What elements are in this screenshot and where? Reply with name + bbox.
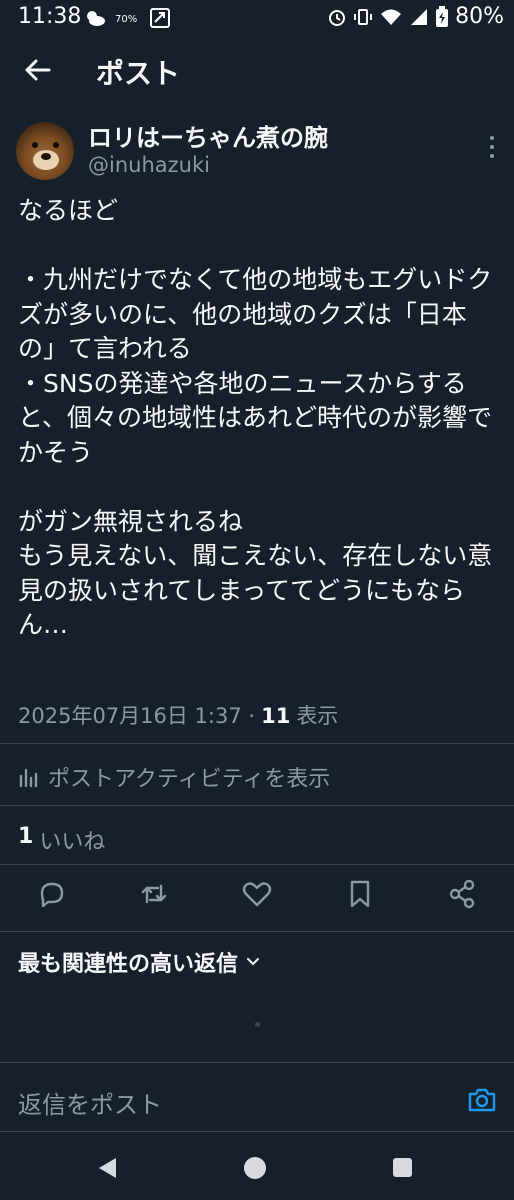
likes-count: 1	[18, 824, 34, 849]
post-activity-label: ポストアクティビティを表示	[48, 767, 331, 792]
divider	[0, 931, 514, 932]
avatar[interactable]	[16, 122, 74, 180]
bookmark-icon[interactable]	[344, 878, 376, 910]
author-name[interactable]: ロリはーちゃん煮の腕	[88, 118, 328, 153]
views-label: 表示	[296, 704, 339, 728]
screenshot-icon	[150, 8, 170, 28]
nav-back-icon[interactable]	[96, 1156, 118, 1180]
battery-percent: 80%	[455, 4, 504, 29]
more-options-icon[interactable]	[488, 136, 496, 158]
weather-icon	[87, 11, 105, 26]
battery-icon	[436, 5, 449, 27]
reply-input[interactable]: 返信をポスト	[18, 1085, 162, 1120]
signal-icon	[411, 8, 428, 25]
like-icon[interactable]	[241, 878, 273, 910]
reply-sort-dropdown[interactable]: 最も関連性の高い返信	[18, 946, 260, 978]
status-bar: 11:38 70% 80%	[0, 0, 514, 36]
divider	[0, 864, 514, 865]
divider	[0, 805, 514, 806]
repost-icon[interactable]	[138, 878, 170, 910]
page-title: ポスト	[96, 57, 181, 90]
divider	[0, 1131, 514, 1132]
vibrate-icon	[354, 8, 373, 25]
reply-icon[interactable]	[36, 878, 68, 910]
reply-sort-label: 最も関連性の高い返信	[18, 952, 239, 977]
divider	[0, 1062, 514, 1063]
action-bar	[0, 878, 514, 918]
divider	[0, 743, 514, 744]
nav-home-icon[interactable]	[244, 1157, 266, 1179]
likes-label: いいね	[39, 830, 106, 855]
status-battery-small: 70%	[115, 14, 138, 25]
alarm-icon	[329, 9, 346, 26]
status-time: 11:38	[18, 4, 82, 29]
system-nav-bar	[0, 1140, 514, 1200]
analytics-icon	[19, 768, 38, 788]
post-timestamp: 2025年07月16日 1:37 ·	[18, 704, 256, 728]
views-count: 11	[261, 704, 291, 728]
author-handle[interactable]: @inuhazuki	[88, 153, 210, 177]
post-text: なるほど ・九州だけでなくて他の地域もエグいドクズが多いのに、他の地域のクズは「…	[18, 196, 493, 639]
post-meta: 2025年07月16日 1:37 · 11 表示	[18, 700, 338, 730]
share-icon[interactable]	[446, 878, 478, 910]
loading-indicator	[255, 1022, 260, 1027]
post-activity-link[interactable]: ポストアクティビティを表示	[18, 761, 330, 793]
status-right: 80%	[327, 4, 504, 29]
arrow-left-icon[interactable]	[22, 54, 54, 86]
camera-icon[interactable]	[467, 1085, 497, 1115]
wifi-icon	[381, 9, 402, 25]
chevron-down-icon	[247, 958, 260, 966]
likes-summary[interactable]: 1 いいね	[18, 824, 105, 856]
nav-recents-icon[interactable]	[393, 1158, 412, 1177]
